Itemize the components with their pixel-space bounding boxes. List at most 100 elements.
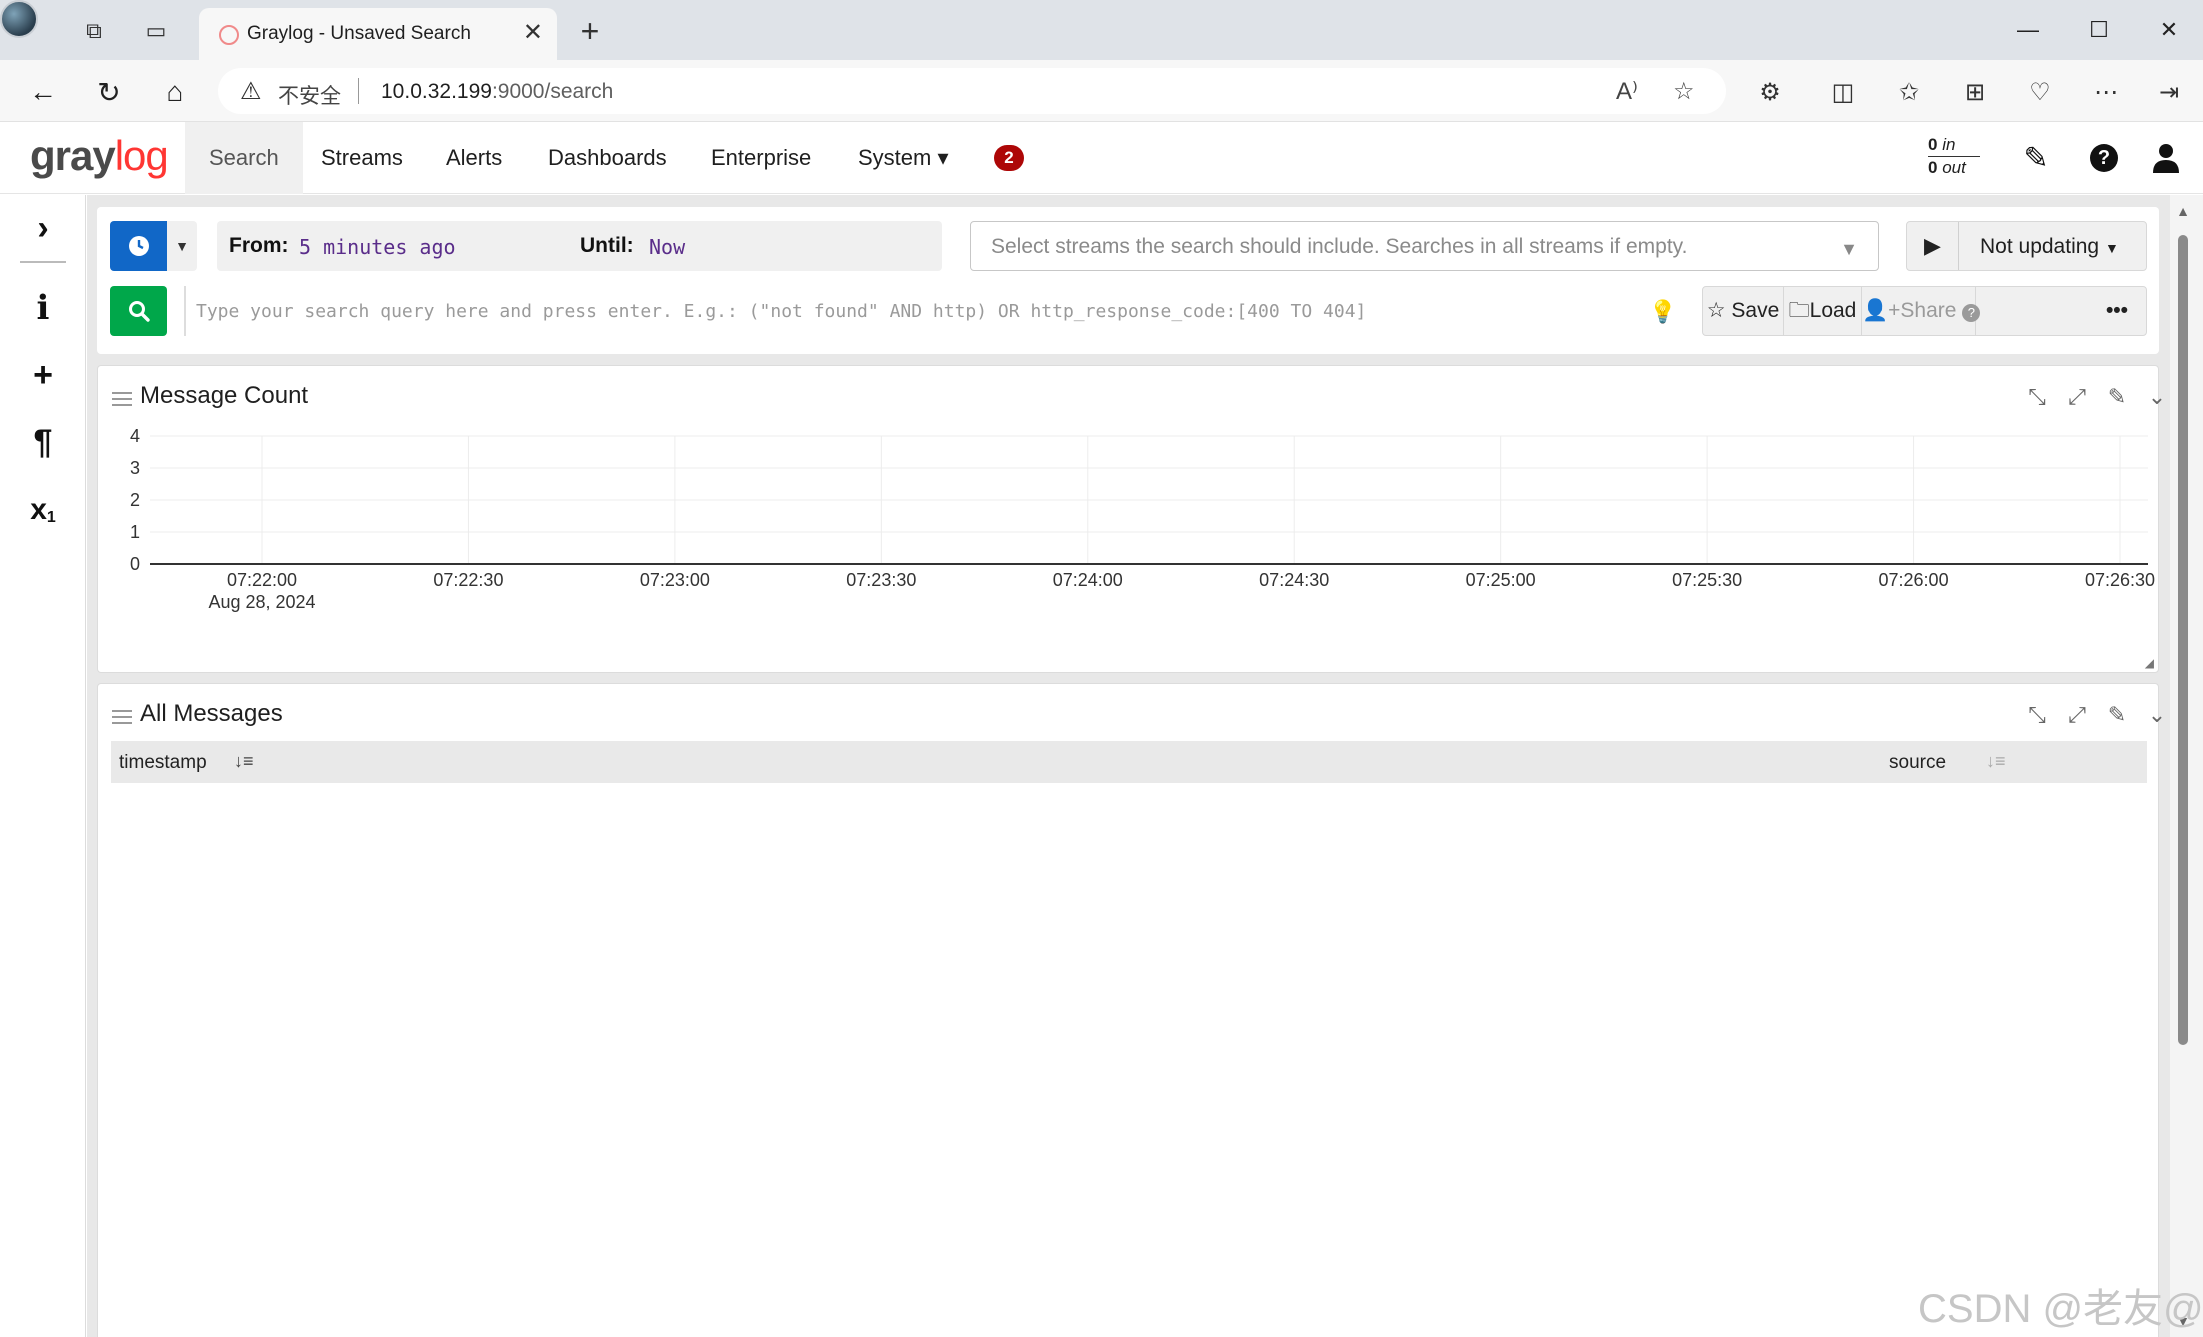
nav-search[interactable]: Search — [185, 122, 303, 194]
user-icon[interactable] — [2146, 138, 2186, 178]
collections-icon[interactable]: ⊞ — [1958, 76, 1992, 108]
expand-sidebar-icon[interactable]: › — [20, 205, 66, 251]
chevron-down-icon[interactable]: ▼ — [1840, 239, 1858, 260]
edit-widget-icon[interactable]: ✎ — [2100, 380, 2134, 414]
query-help-bulb-icon[interactable]: 💡 — [1649, 299, 1676, 324]
column-header-source[interactable]: source — [1889, 752, 1946, 774]
nav-system[interactable]: System ▾ — [834, 122, 953, 194]
column-header-timestamp[interactable]: timestamp — [119, 752, 207, 774]
edit-scratchpad-icon[interactable]: ✎ — [2016, 138, 2056, 178]
nav-enterprise[interactable]: Enterprise — [687, 122, 835, 194]
clock-icon — [128, 236, 149, 256]
browser-essentials-icon[interactable]: ♡ — [2023, 76, 2057, 108]
graylog-navbar: graylog Search Streams Alerts Dashboards… — [0, 122, 2203, 194]
maximize-icon[interactable]: ☐ — [2079, 12, 2119, 48]
refresh-control: ▶ Not updating ▼ — [1906, 221, 2147, 271]
y-tick-label: 1 — [130, 522, 140, 542]
info-icon[interactable]: i — [20, 285, 66, 331]
window-close-icon[interactable]: ✕ — [2149, 12, 2189, 48]
main-content: ▼ From: 5 minutes ago Until: Now Select … — [87, 195, 2170, 1337]
reload-icon[interactable]: ↻ — [89, 72, 129, 112]
refresh-interval-dropdown[interactable]: Not updating ▼ — [1980, 235, 2119, 259]
favorites-icon[interactable]: ✩ — [1892, 76, 1926, 108]
read-aloud-icon[interactable]: A⁾ — [1616, 77, 1638, 106]
widget-title: Message Count — [140, 382, 309, 409]
share-button[interactable]: 👤+Share ? — [1862, 287, 1981, 335]
search-button[interactable] — [110, 286, 167, 336]
chevron-down-icon[interactable]: ⌄ — [2140, 380, 2174, 414]
chevron-down-icon[interactable]: ⌄ — [2140, 698, 2174, 732]
nav-alerts[interactable]: Alerts — [422, 122, 526, 194]
fields-subscript-icon[interactable]: x1 — [20, 487, 66, 533]
scroll-up-icon[interactable]: ▲ — [2174, 203, 2192, 219]
x-tick-label: 07:23:00 — [640, 570, 710, 590]
folder-icon: 🗀 — [1788, 299, 1810, 322]
sort-icon[interactable]: ↓≡ — [1986, 751, 2006, 772]
browser-tab-bar: ⧉ ▭ Graylog - Unsaved Search ✕ + — ☐ ✕ — [0, 0, 2203, 60]
search-query-input[interactable] — [184, 286, 1734, 336]
help-icon[interactable]: ? — [2084, 138, 2124, 178]
time-range-display[interactable]: From: 5 minutes ago Until: Now — [217, 221, 942, 271]
profile-avatar[interactable] — [0, 0, 38, 38]
time-range-type-button[interactable] — [110, 221, 167, 271]
compress-icon[interactable]: ⤡ — [2020, 380, 2054, 414]
x-tick-label: 07:22:30 — [433, 570, 503, 590]
back-icon[interactable]: ← — [23, 72, 63, 112]
all-messages-widget: All Messages ⤡ ⤢ ✎ ⌄ timestamp ↓≡ source… — [97, 683, 2166, 1337]
y-tick-label: 2 — [130, 490, 140, 510]
new-tab-icon[interactable]: + — [572, 13, 608, 49]
streams-placeholder: Select streams the search should include… — [991, 235, 1688, 258]
search-actions: ☆ Save 🗀Load 👤+Share ? ••• — [1702, 286, 2147, 336]
warning-icon[interactable]: ⚠ — [240, 77, 262, 106]
sidebar-divider — [20, 261, 66, 263]
url-field[interactable]: ⚠ 不安全 10.0.32.199:9000/search A⁾ ☆ — [218, 68, 1726, 114]
widget-title: All Messages — [140, 700, 283, 727]
throughput-out: 0 out — [1928, 158, 1966, 177]
tab-close-icon[interactable]: ✕ — [523, 18, 543, 47]
notification-badge[interactable]: 2 — [994, 145, 1024, 171]
more-actions-button[interactable]: ••• — [1976, 287, 2146, 335]
time-range-dropdown-caret[interactable]: ▼ — [167, 221, 197, 271]
y-tick-label: 4 — [130, 426, 140, 446]
more-menu-icon[interactable]: ⋯ — [2089, 76, 2123, 108]
workspaces-icon[interactable]: ⧉ — [76, 13, 112, 49]
minimize-icon[interactable]: — — [2008, 12, 2048, 48]
throughput-indicator[interactable]: 0 in 0 out — [1928, 134, 1980, 179]
paragraph-icon[interactable]: ¶ — [20, 419, 66, 465]
caret-down-icon: ▼ — [2104, 240, 2119, 256]
url-text[interactable]: 10.0.32.199:9000/search — [381, 80, 613, 104]
messages-table-header: timestamp ↓≡ source ↓≡ — [111, 741, 2147, 783]
url-host: 10.0.32.199 — [381, 80, 492, 103]
maximize-widget-icon[interactable]: ⤢ — [2060, 380, 2094, 414]
throughput-in: 0 in — [1928, 134, 1980, 157]
extensions-icon[interactable]: ⚙ — [1753, 76, 1787, 108]
save-button[interactable]: ☆ Save — [1703, 287, 1784, 335]
compress-icon[interactable]: ⤡ — [2020, 698, 2054, 732]
tab-title: Graylog - Unsaved Search — [247, 23, 471, 44]
tab-actions-icon[interactable]: ▭ — [138, 13, 174, 49]
split-screen-icon[interactable]: ◫ — [1826, 76, 1860, 108]
add-widget-icon[interactable]: + — [20, 352, 66, 398]
sidebar-toggle-icon[interactable]: ⇥ — [2152, 76, 2186, 108]
drag-handle-icon[interactable] — [112, 710, 132, 724]
play-icon[interactable]: ▶ — [1907, 222, 1959, 270]
sort-icon[interactable]: ↓≡ — [234, 751, 254, 772]
edit-widget-icon[interactable]: ✎ — [2100, 698, 2134, 732]
home-icon[interactable]: ⌂ — [155, 72, 195, 112]
maximize-widget-icon[interactable]: ⤢ — [2060, 698, 2094, 732]
nav-dashboards[interactable]: Dashboards — [524, 122, 691, 194]
page-scrollbar[interactable]: ▲ ▼ — [2170, 195, 2203, 1337]
y-tick-label: 3 — [130, 458, 140, 478]
url-path: :9000/search — [491, 80, 614, 103]
drag-handle-icon[interactable] — [112, 392, 132, 406]
nav-streams[interactable]: Streams — [297, 122, 427, 194]
security-label[interactable]: 不安全 — [278, 80, 341, 110]
graylog-logo[interactable]: graylog — [30, 132, 169, 180]
streams-select[interactable]: Select streams the search should include… — [970, 221, 1879, 271]
graylog-favicon-icon — [219, 25, 239, 45]
resize-handle-icon[interactable]: ◢ — [2145, 656, 2154, 670]
scroll-thumb[interactable] — [2178, 235, 2188, 1045]
browser-tab[interactable]: Graylog - Unsaved Search ✕ — [199, 8, 557, 60]
favorite-star-icon[interactable]: ☆ — [1673, 77, 1695, 106]
load-button[interactable]: 🗀Load — [1784, 287, 1862, 335]
